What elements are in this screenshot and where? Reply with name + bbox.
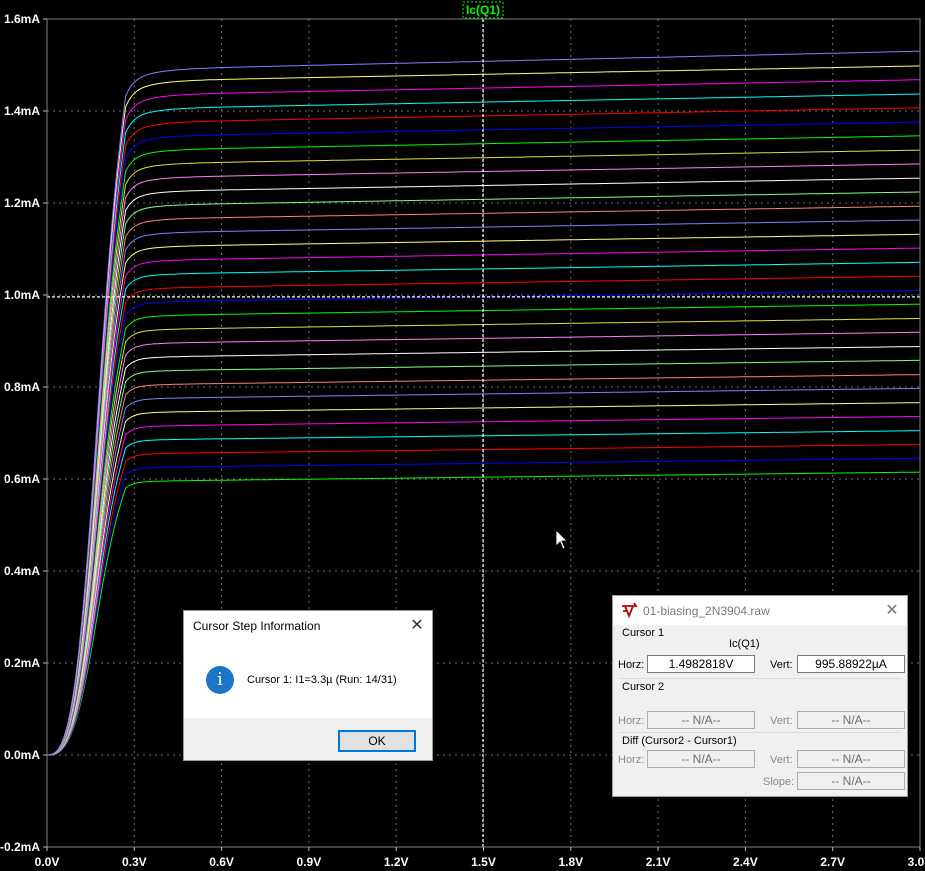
- close-icon[interactable]: ✕: [880, 599, 904, 623]
- y-tick-label: 0.6mA: [4, 472, 40, 486]
- trace-label-text: Ic(Q1): [466, 3, 500, 17]
- cursor1-horz-label: Horz:: [618, 659, 645, 671]
- diff-vert-label: Vert:: [770, 754, 793, 766]
- cursor1-group-label: Cursor 1: [622, 627, 665, 639]
- x-tick-label: 2.1V: [646, 855, 671, 869]
- y-tick-label: 0.8mA: [4, 380, 40, 394]
- cursor2-horz-field: -- N/A--: [647, 711, 755, 729]
- cursor1-vert-label: Vert:: [770, 659, 793, 671]
- step-message: Cursor 1: I1=3.3µ (Run: 14/31): [247, 674, 397, 686]
- diff-divider: [619, 732, 901, 733]
- cursor2-divider: [619, 678, 901, 679]
- cursor1-horz-field[interactable]: 1.4982818V: [647, 655, 755, 673]
- y-tick-label: 0.4mA: [4, 564, 40, 578]
- cursor2-group-label: Cursor 2: [622, 681, 665, 693]
- cursor2-horz-label: Horz:: [618, 715, 645, 727]
- y-tick-label: 0.0mA: [4, 748, 40, 762]
- close-icon[interactable]: ✕: [405, 614, 429, 638]
- x-tick-label: 1.8V: [558, 855, 583, 869]
- x-tick-label: 2.7V: [820, 855, 845, 869]
- x-tick-label: 2.4V: [733, 855, 758, 869]
- y-tick-label: 1.0mA: [4, 288, 40, 302]
- cursor1-trace-name: Ic(Q1): [729, 638, 760, 650]
- y-tick-label: 1.4mA: [4, 104, 40, 118]
- cursor-step-dialog: Cursor Step Information ✕ i Cursor 1: I1…: [183, 610, 433, 761]
- cursor2-vert-field: -- N/A--: [797, 711, 905, 729]
- ltspice-app-icon: [622, 602, 637, 618]
- ok-button[interactable]: OK: [338, 730, 416, 752]
- cursor-readout-dialog: 01-biasing_2N3904.raw ✕ Cursor 1 Ic(Q1) …: [612, 595, 908, 797]
- step-dialog-footer: OK: [184, 718, 432, 760]
- cursor1-vert-field[interactable]: 995.88922µA: [797, 655, 905, 673]
- x-tick-label: 0.0V: [35, 855, 60, 869]
- y-tick-label: 1.2mA: [4, 196, 40, 210]
- x-tick-label: 1.2V: [384, 855, 409, 869]
- x-tick-label: 3.0V: [908, 855, 925, 869]
- x-tick-label: 1.5V: [471, 855, 496, 869]
- step-dialog-titlebar[interactable]: Cursor Step Information ✕: [184, 611, 432, 641]
- y-tick-label: 1.6mA: [4, 12, 40, 26]
- diff-slope-field: -- N/A--: [797, 772, 905, 790]
- trace-label[interactable]: Ic(Q1): [462, 1, 504, 19]
- diff-horz-field: -- N/A--: [647, 750, 755, 768]
- cursor-dialog-title: 01-biasing_2N3904.raw: [643, 604, 770, 618]
- y-tick-label: -0.2mA: [0, 840, 40, 854]
- diff-vert-field: -- N/A--: [797, 750, 905, 768]
- cursor-dialog-titlebar[interactable]: 01-biasing_2N3904.raw ✕: [613, 596, 907, 625]
- diff-horz-label: Horz:: [618, 754, 645, 766]
- info-icon: i: [206, 666, 234, 694]
- x-tick-label: 0.6V: [209, 855, 234, 869]
- diff-group-label: Diff (Cursor2 - Cursor1): [622, 735, 737, 747]
- cursor2-vert-label: Vert:: [770, 715, 793, 727]
- x-tick-label: 0.9V: [297, 855, 322, 869]
- x-tick-label: 0.3V: [122, 855, 147, 869]
- y-tick-label: 0.2mA: [4, 656, 40, 670]
- step-dialog-title: Cursor Step Information: [193, 619, 321, 633]
- diff-slope-label: Slope:: [763, 776, 795, 788]
